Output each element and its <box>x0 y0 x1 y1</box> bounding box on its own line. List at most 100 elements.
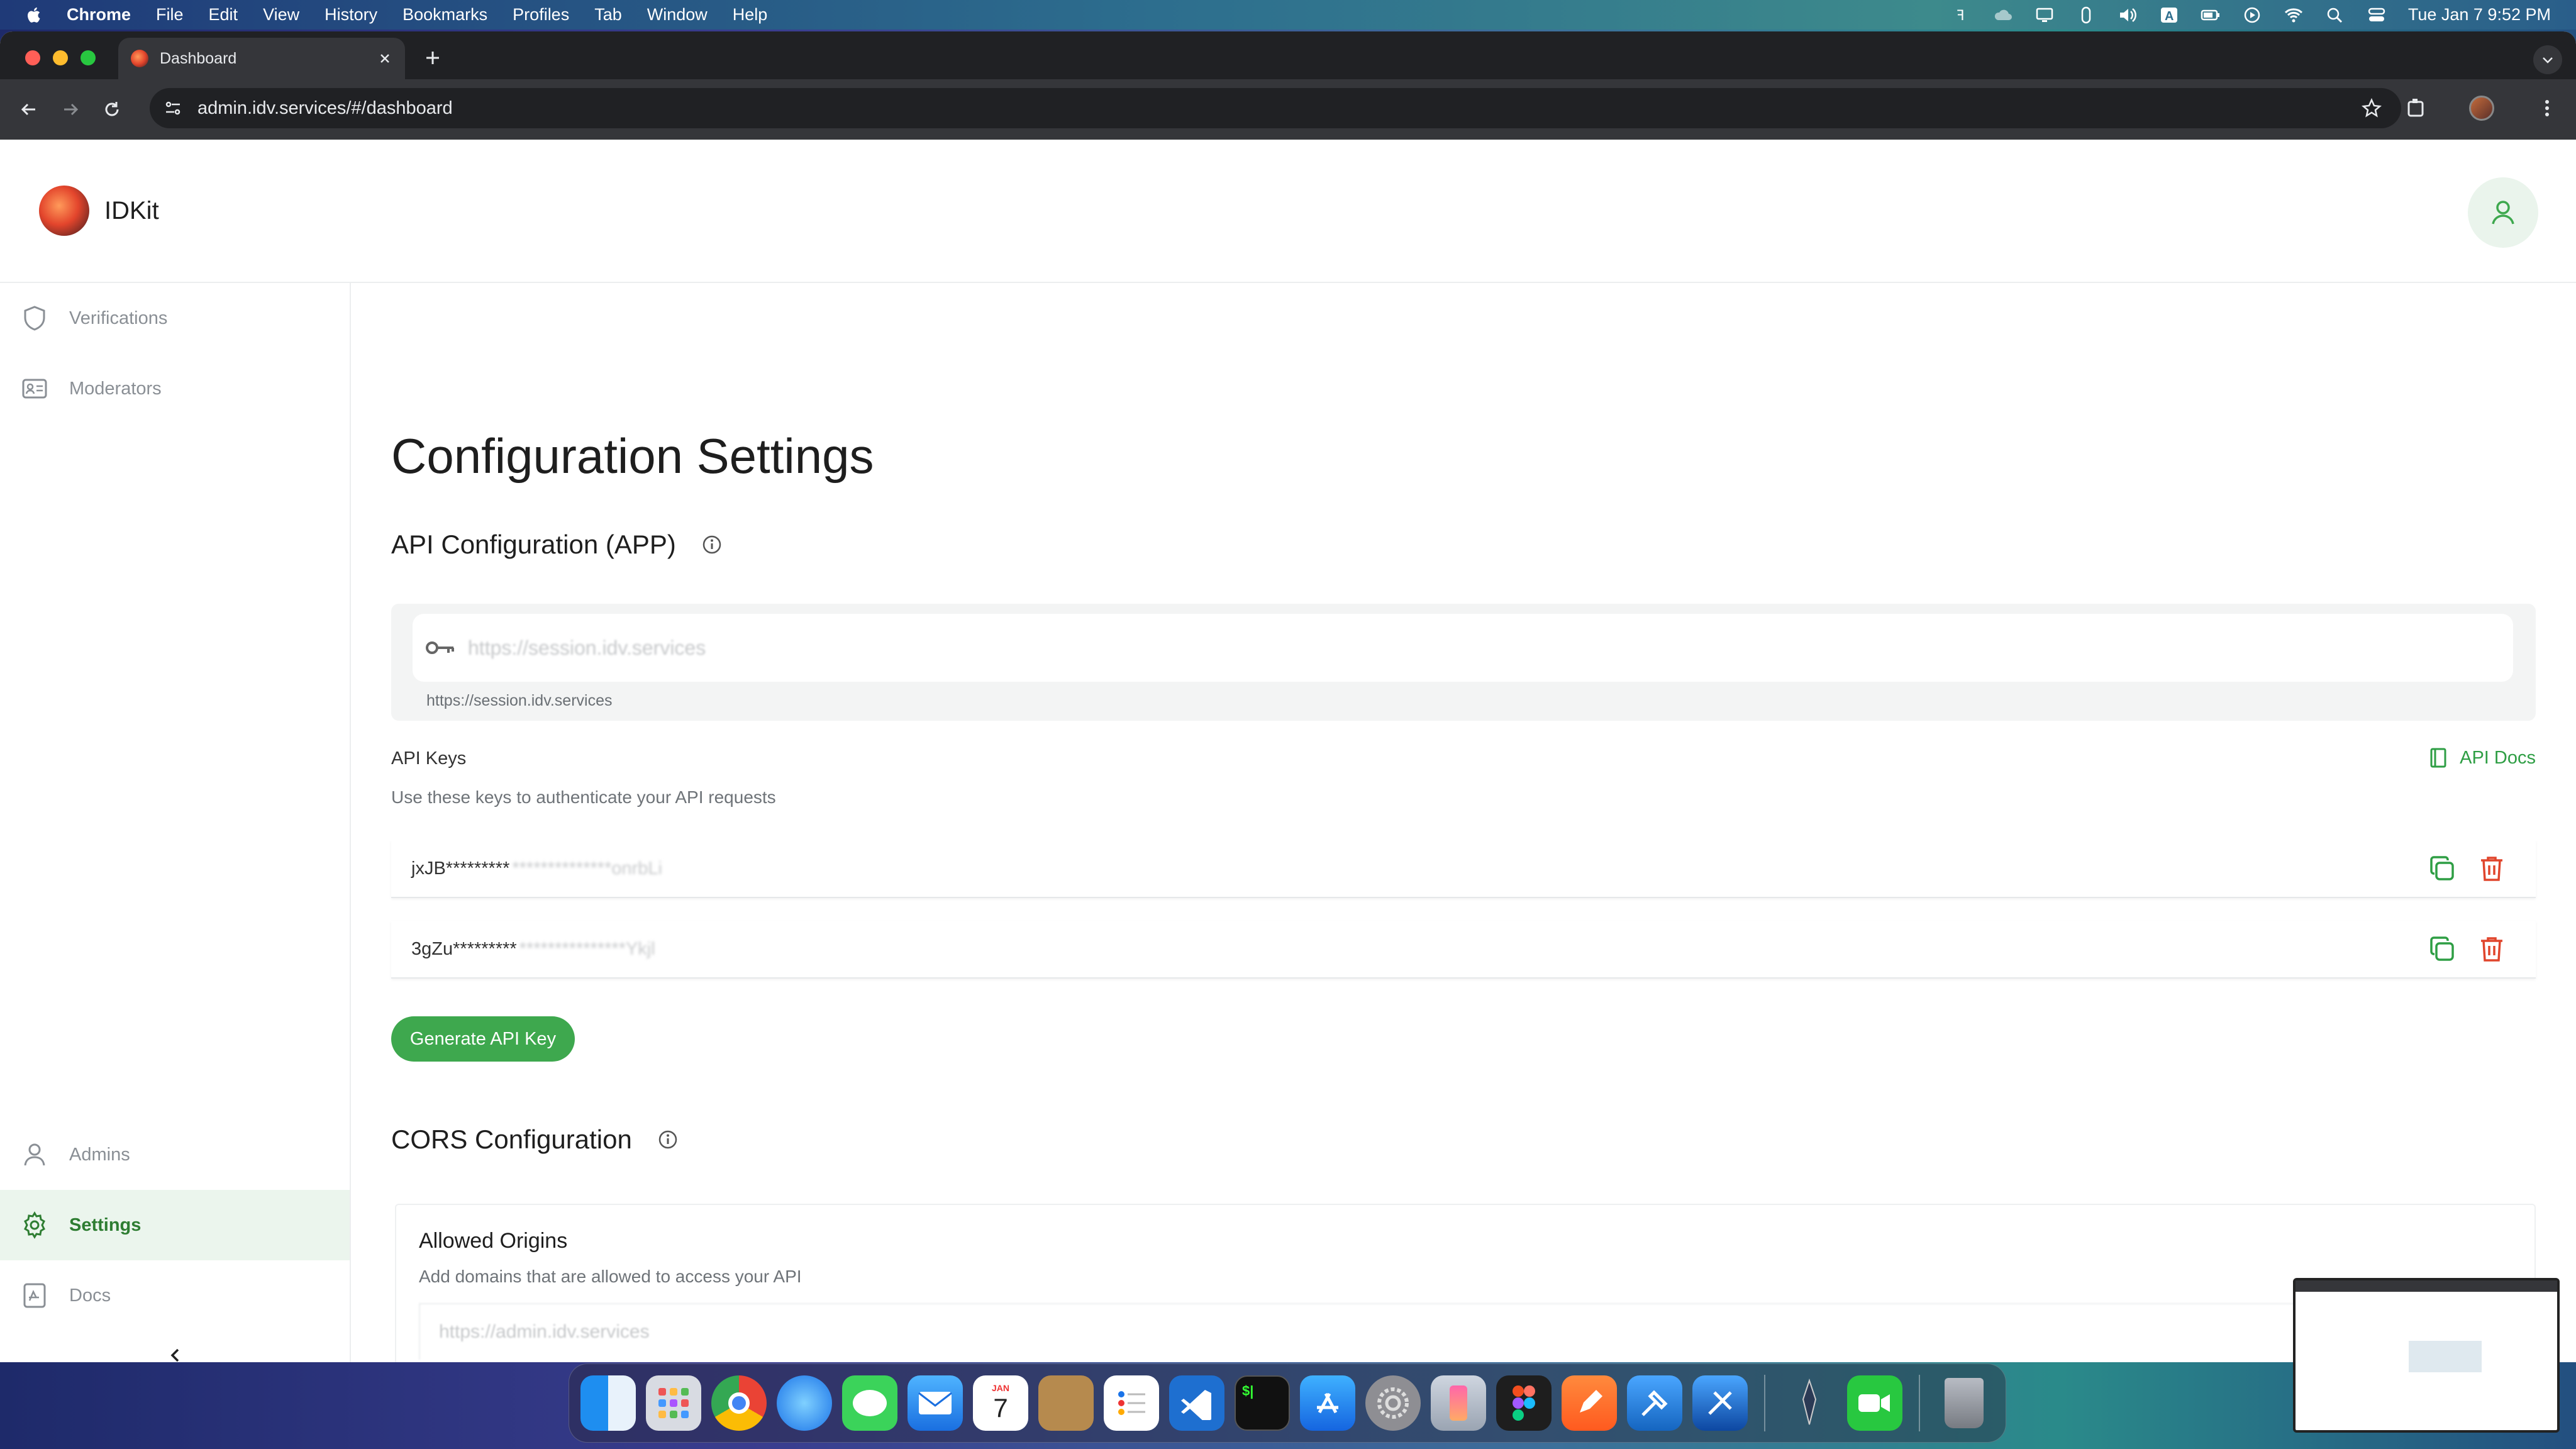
figma-icon[interactable] <box>1496 1375 1552 1431</box>
terminal-icon[interactable]: $| <box>1235 1375 1290 1431</box>
menu-history[interactable]: History <box>325 5 377 25</box>
api-key-hidden: ***************Ykjl <box>519 938 655 959</box>
menu-profiles[interactable]: Profiles <box>513 5 569 25</box>
sidebar-item-label: Settings <box>69 1214 142 1235</box>
simulator-icon[interactable] <box>1431 1375 1486 1431</box>
profile-avatar[interactable] <box>2469 96 2494 121</box>
forward-arrow-icon[interactable] <box>58 97 83 122</box>
fountain-pen-icon <box>1802 1378 1817 1425</box>
generate-api-key-button[interactable]: Generate API Key <box>391 1016 575 1062</box>
zoom-window-button[interactable] <box>80 50 96 65</box>
copy-icon[interactable] <box>2428 854 2457 883</box>
finder-icon[interactable] <box>580 1375 636 1431</box>
sidebar-item-label: Verifications <box>69 308 168 328</box>
idkit-logo[interactable] <box>39 186 89 236</box>
safari-icon[interactable] <box>777 1375 832 1431</box>
collapse-sidebar-icon[interactable] <box>165 1345 186 1362</box>
api-config-heading: API Configuration (APP) <box>391 530 723 560</box>
system-settings-icon[interactable] <box>1365 1375 1421 1431</box>
thumbnail-content <box>2409 1341 2482 1372</box>
api-url-placeholder: https://session.idv.services <box>468 636 706 659</box>
api-docs-link[interactable]: API Docs <box>2429 747 2536 769</box>
minimize-window-button[interactable] <box>53 50 68 65</box>
trash-icon[interactable] <box>2478 935 2506 963</box>
menu-view[interactable]: View <box>263 5 299 25</box>
wifi-icon[interactable] <box>2284 6 2304 24</box>
facetime-icon[interactable] <box>1847 1375 1902 1431</box>
reload-icon[interactable] <box>99 97 125 122</box>
sidebar-item-label: Admins <box>69 1144 130 1165</box>
sketch-pen-icon[interactable] <box>1562 1375 1617 1431</box>
menu-app-name[interactable]: Chrome <box>67 5 131 25</box>
address-bar[interactable]: admin.idv.services/#/dashboard <box>150 88 2401 128</box>
messages-icon[interactable] <box>842 1375 897 1431</box>
menu-tab[interactable]: Tab <box>594 5 622 25</box>
figma-status-icon[interactable]: ꟻ <box>1951 6 1972 24</box>
tab-search-button[interactable] <box>2533 45 2562 74</box>
trash-icon[interactable] <box>2478 854 2506 883</box>
dock-separator <box>1764 1375 1765 1431</box>
cloud-icon[interactable] <box>1993 6 2013 24</box>
calendar-icon[interactable]: JAN 7 <box>973 1375 1028 1431</box>
launchpad-icon[interactable] <box>646 1375 701 1431</box>
xcode-alt-icon <box>1708 1391 1732 1415</box>
control-center-icon[interactable] <box>2367 6 2387 24</box>
volume-icon[interactable] <box>2118 6 2138 24</box>
vscode-logo-icon <box>1181 1390 1211 1420</box>
menu-edit[interactable]: Edit <box>209 5 238 25</box>
app-store-icon[interactable] <box>1300 1375 1355 1431</box>
vscode-icon[interactable] <box>1169 1375 1224 1431</box>
fountain-pen-app-icon[interactable] <box>1782 1375 1837 1431</box>
cors-config-heading: CORS Configuration <box>391 1124 679 1155</box>
close-window-button[interactable] <box>25 50 40 65</box>
menu-help[interactable]: Help <box>733 5 768 25</box>
sidebar-item-docs[interactable]: Docs <box>0 1260 350 1331</box>
display-icon[interactable] <box>2035 6 2055 24</box>
user-menu-button[interactable] <box>2468 177 2538 248</box>
battery-icon[interactable] <box>2201 6 2221 24</box>
extensions-icon[interactable] <box>2404 96 2429 121</box>
pen-icon <box>1580 1390 1602 1413</box>
back-arrow-icon[interactable] <box>16 97 42 122</box>
info-icon[interactable] <box>701 534 723 555</box>
api-url-input[interactable]: https://session.idv.services <box>413 614 2513 682</box>
mail-icon[interactable] <box>908 1375 963 1431</box>
close-tab-icon[interactable] <box>377 51 392 66</box>
info-icon[interactable] <box>657 1129 679 1150</box>
more-menu-icon[interactable] <box>2534 96 2560 121</box>
trash-bin-icon[interactable] <box>1936 1375 1992 1431</box>
gear-icon <box>24 1211 45 1239</box>
instruments-icon[interactable] <box>1692 1375 1748 1431</box>
browser-tab-dashboard[interactable]: Dashboard <box>118 38 405 79</box>
menu-bookmarks[interactable]: Bookmarks <box>402 5 487 25</box>
play-icon[interactable] <box>2242 6 2262 24</box>
menu-file[interactable]: File <box>156 5 184 25</box>
sidebar-item-verifications[interactable]: Verifications <box>0 283 350 353</box>
spotlight-search-icon[interactable] <box>2325 6 2345 24</box>
user-icon <box>2492 201 2514 225</box>
sidebar-item-settings[interactable]: Settings <box>0 1190 350 1260</box>
input-source-icon[interactable]: A <box>2159 6 2179 24</box>
mouse-icon[interactable] <box>2076 6 2096 24</box>
svg-text:A: A <box>2165 9 2174 23</box>
allowed-origin-input[interactable]: https://admin.idv.services <box>419 1303 2519 1360</box>
chrome-icon[interactable] <box>711 1375 767 1431</box>
svg-text:ꟻ: ꟻ <box>1957 8 1965 24</box>
new-tab-icon[interactable] <box>420 45 445 70</box>
reminders-icon[interactable] <box>1104 1375 1159 1431</box>
bookmark-star-icon[interactable] <box>2361 97 2382 119</box>
window-preview-thumbnail[interactable] <box>2293 1278 2560 1433</box>
apple-icon[interactable] <box>25 6 44 25</box>
menu-clock[interactable]: Tue Jan 7 9:52 PM <box>2408 5 2551 25</box>
book-icon <box>2430 748 2446 768</box>
id-card-icon <box>22 379 47 399</box>
menu-window[interactable]: Window <box>647 5 708 25</box>
xcode-icon[interactable] <box>1627 1375 1682 1431</box>
sidebar-item-moderators[interactable]: Moderators <box>0 353 350 424</box>
site-info-icon[interactable] <box>164 99 182 118</box>
key-icon <box>426 641 454 654</box>
sidebar-item-admins[interactable]: Admins <box>0 1119 350 1190</box>
contacts-icon[interactable] <box>1038 1375 1094 1431</box>
api-url-helper-text: https://session.idv.services <box>426 692 613 709</box>
copy-icon[interactable] <box>2428 935 2457 963</box>
